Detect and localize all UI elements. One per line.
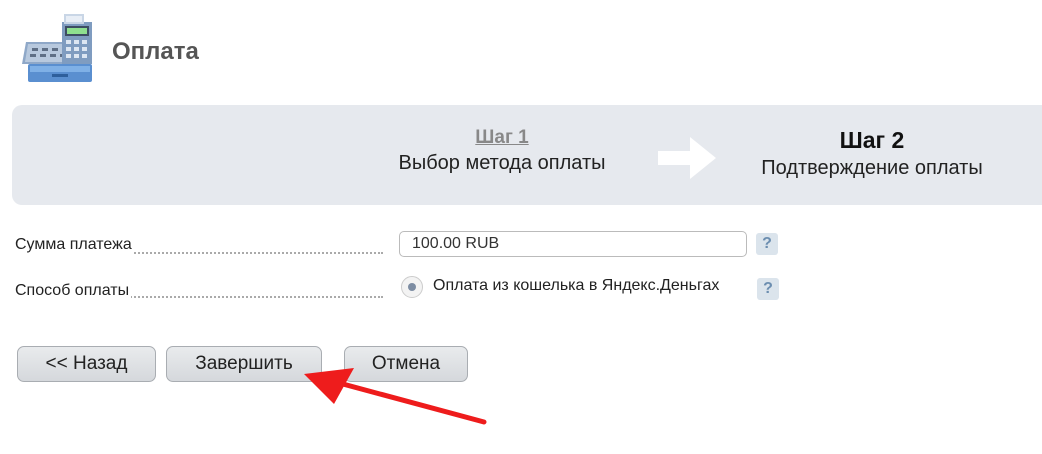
step-2-number: Шаг 2 [839, 127, 905, 153]
method-help-icon[interactable]: ? [757, 278, 779, 300]
step-1[interactable]: Шаг 1 Выбор метода оплаты [362, 127, 642, 175]
cancel-button[interactable]: Отмена [344, 346, 468, 382]
yandex-money-option-label[interactable]: Оплата из кошелька в Яндекс.Деньгах [433, 277, 719, 295]
step-2-description: Подтверждение оплаты [761, 157, 983, 179]
step-1-description: Выбор метода оплаты [398, 152, 606, 174]
amount-help-icon[interactable]: ? [756, 233, 778, 255]
page-header: Оплата [22, 12, 422, 84]
cash-register-icon [22, 14, 92, 82]
step-2: Шаг 2 Подтверждение оплаты [732, 127, 1012, 180]
amount-label: Сумма платежа [15, 236, 134, 254]
amount-label-wrap: Сумма платежа [15, 228, 385, 258]
yandex-money-radio[interactable] [401, 276, 423, 298]
method-label-wrap: Способ оплаты [15, 272, 385, 302]
method-row: Способ оплаты Оплата из кошелька в Яндек… [15, 272, 795, 302]
step-1-link[interactable]: Шаг 1 [362, 127, 642, 149]
finish-button[interactable]: Завершить [166, 346, 322, 382]
arrow-right-icon [658, 137, 716, 179]
method-label: Способ оплаты [15, 282, 132, 300]
page-title: Оплата [112, 38, 199, 65]
amount-row: Сумма платежа ? [15, 228, 795, 258]
steps-bar: Шаг 1 Выбор метода оплаты Шаг 2 Подтверж… [12, 105, 1042, 205]
amount-field[interactable] [399, 231, 747, 257]
back-button[interactable]: << Назад [17, 346, 156, 382]
